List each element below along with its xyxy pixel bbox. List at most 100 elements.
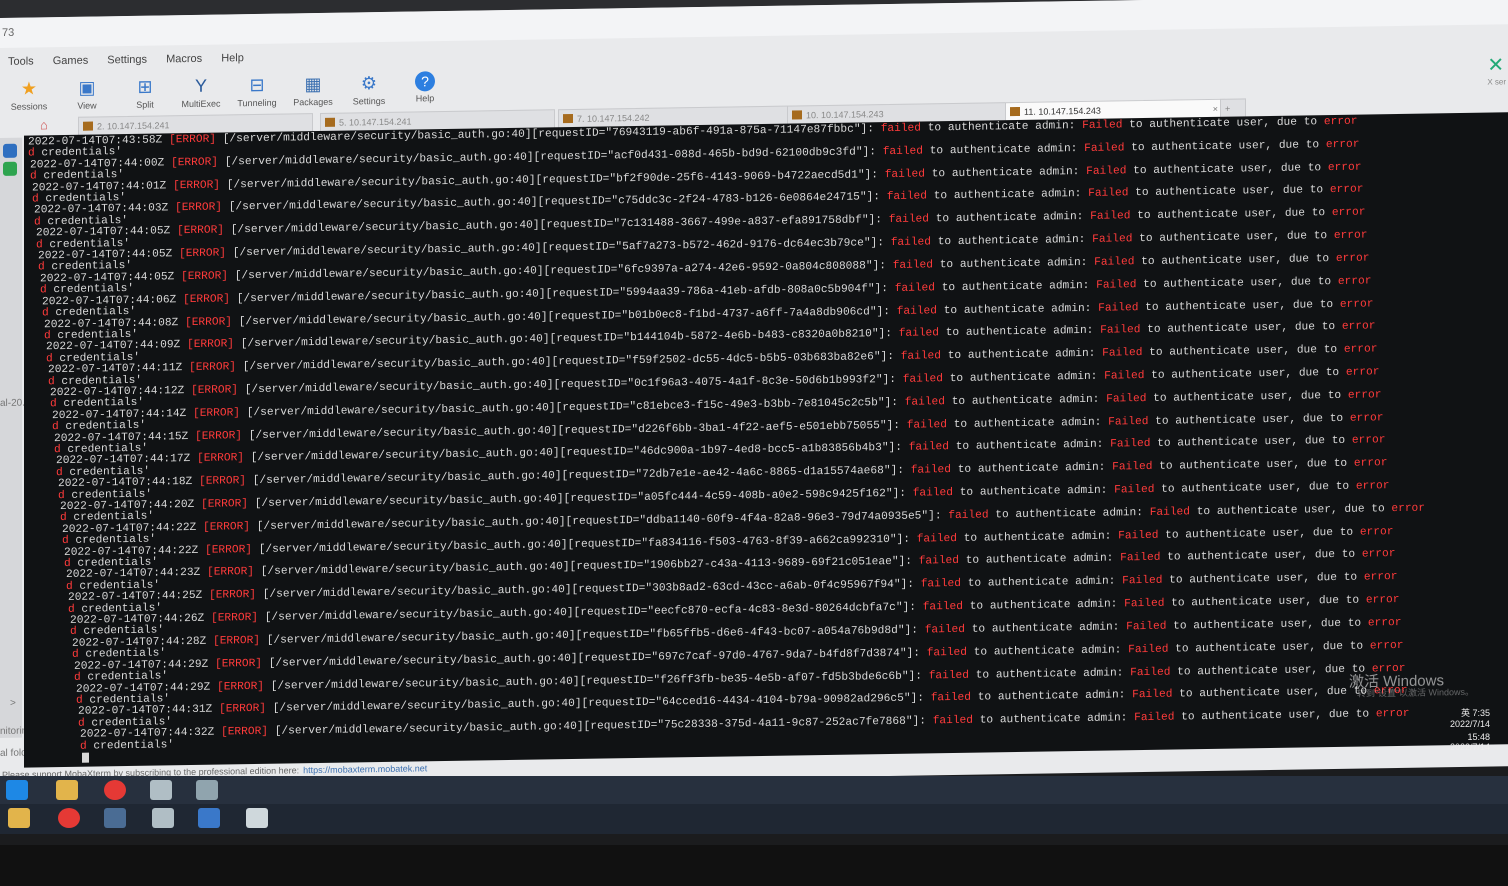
ie-icon[interactable] xyxy=(6,780,28,800)
menu-tools[interactable]: Tools xyxy=(8,55,34,67)
log-failed-upper: Failed xyxy=(1149,506,1190,519)
terminal-cursor xyxy=(82,752,89,763)
packages-button[interactable]: ▦ Packages xyxy=(284,71,342,108)
explorer-icon[interactable] xyxy=(8,808,30,828)
log-continuation-prefix: d xyxy=(66,580,73,593)
settings-button[interactable]: ⚙ Settings xyxy=(340,70,398,107)
word-icon[interactable] xyxy=(198,808,220,828)
log-continuation-prefix: d xyxy=(62,535,69,548)
terminal-icon xyxy=(1010,106,1020,117)
log-level: [ERROR] xyxy=(175,201,222,215)
log-error-word: error xyxy=(1343,343,1378,357)
sessions-sidebar-icon[interactable] xyxy=(3,143,17,158)
log-failed: failed xyxy=(926,646,967,660)
log-request-close: "]: xyxy=(855,145,883,159)
log-failed-upper: Failed xyxy=(1112,461,1153,474)
log-error-word: error xyxy=(1339,297,1374,311)
terminal-output[interactable]: 2022-07-14T07:43:58Z [ERROR] [/server/mi… xyxy=(24,112,1508,768)
log-level: [ERROR] xyxy=(171,156,218,170)
tray-clock-local[interactable]: 15:48 2022/7/14 xyxy=(1450,732,1490,752)
app-icon[interactable] xyxy=(152,808,174,828)
mobaxterm-taskbar-icon[interactable] xyxy=(104,808,126,828)
log-failed-upper: Failed xyxy=(1110,438,1151,451)
remote-desktop-icon[interactable] xyxy=(196,780,218,800)
log-request-label: [requestID=" xyxy=(563,491,645,506)
tunneling-button[interactable]: ⊟ Tunneling xyxy=(228,72,286,109)
log-failed: failed xyxy=(896,304,937,318)
app-icon[interactable] xyxy=(150,780,172,800)
log-message-tail: to authenticate user, due to xyxy=(1170,662,1372,679)
explorer-icon[interactable] xyxy=(56,780,78,800)
log-request-close: "]: xyxy=(865,259,893,273)
log-request-close: "]: xyxy=(863,237,891,250)
log-failed-upper: Failed xyxy=(1088,187,1129,201)
log-request-label: [requestID=" xyxy=(547,309,629,323)
log-failed-upper: Failed xyxy=(1134,711,1175,725)
tray-lang[interactable]: 英 xyxy=(1461,708,1470,718)
log-failed-upper: Failed xyxy=(1096,278,1137,292)
log-message: to authenticate admin: xyxy=(942,370,1105,386)
menu-games[interactable]: Games xyxy=(53,55,88,68)
monitor-icon: ▣ xyxy=(78,77,96,98)
log-error-word: error xyxy=(1323,115,1358,129)
log-request-close: "]: xyxy=(889,533,917,546)
log-request-close: "]: xyxy=(871,328,899,341)
tunnel-icon: ⊟ xyxy=(249,74,265,96)
mobaxterm-link[interactable]: https://mobaxterm.mobatek.net xyxy=(303,763,427,775)
log-request-label: [requestID=" xyxy=(553,377,635,392)
log-request-close: "]: xyxy=(891,556,919,569)
log-message: to authenticate admin: xyxy=(956,530,1119,545)
tray-time: 7:35 xyxy=(1472,708,1490,718)
help-icon: ? xyxy=(415,71,435,92)
xserver-button[interactable]: ✕ X ser xyxy=(1487,52,1506,86)
log-level: [ERROR] xyxy=(219,703,266,716)
log-level: [ERROR] xyxy=(211,612,258,625)
sessions-button[interactable]: ★ Sessions xyxy=(0,75,58,112)
menu-help[interactable]: Help xyxy=(221,52,244,64)
log-failed: failed xyxy=(894,281,935,295)
packages-icon: ▦ xyxy=(304,73,322,95)
chrome-icon[interactable] xyxy=(104,780,126,800)
sidebar-collapse-icon[interactable]: > xyxy=(10,698,16,709)
log-failed-upper: Failed xyxy=(1094,256,1135,269)
log-request-close: "]: xyxy=(921,509,949,523)
log-continuation-prefix: d xyxy=(68,603,75,616)
log-failed: failed xyxy=(930,692,971,705)
log-failed: failed xyxy=(904,395,945,409)
log-failed-upper: Failed xyxy=(1128,643,1169,656)
chrome-icon[interactable] xyxy=(58,808,80,828)
menu-macros[interactable]: Macros xyxy=(166,53,202,66)
log-level: [ERROR] xyxy=(209,589,256,602)
log-error-word: error xyxy=(1345,366,1380,379)
multiexec-button[interactable]: Y MultiExec xyxy=(172,72,230,109)
log-level: [ERROR] xyxy=(197,452,244,466)
log-request-label: [requestID=" xyxy=(573,605,655,620)
log-error-word: error xyxy=(1349,411,1384,425)
log-message-tail: to authenticate user, due to xyxy=(1138,298,1340,314)
log-continuation-prefix: d xyxy=(50,398,57,411)
app-icon[interactable] xyxy=(246,808,268,828)
log-request-label: [requestID=" xyxy=(537,195,619,209)
help-button[interactable]: ? Help xyxy=(396,69,454,104)
log-error-word: error xyxy=(1337,275,1372,288)
split-button[interactable]: ⊞ Split xyxy=(116,73,174,110)
local-taskbar xyxy=(0,804,1508,834)
star-icon: ★ xyxy=(20,78,38,99)
log-request-label: [requestID=" xyxy=(561,469,643,483)
log-message: to authenticate admin: xyxy=(928,211,1091,226)
log-request-close: "]: xyxy=(877,396,905,409)
remote-taskbar xyxy=(0,776,1508,804)
log-error-word: error xyxy=(1327,161,1362,174)
log-request-label: [requestID=" xyxy=(559,446,641,460)
log-request-close: "]: xyxy=(883,464,911,478)
log-error-word: error xyxy=(1335,252,1370,265)
view-button[interactable]: ▣ View xyxy=(58,74,116,111)
menu-settings[interactable]: Settings xyxy=(107,54,147,67)
close-tab-icon[interactable]: × xyxy=(1213,100,1218,118)
log-error-word: error xyxy=(1325,138,1360,151)
log-message-tail: to authenticate user, due to xyxy=(1172,685,1374,701)
log-request-close: "]: xyxy=(875,373,903,387)
check-icon[interactable] xyxy=(3,161,17,176)
tray-clock-remote[interactable]: 英 7:35 2022/7/14 xyxy=(1450,706,1490,729)
log-request-close: "]: xyxy=(859,191,887,204)
